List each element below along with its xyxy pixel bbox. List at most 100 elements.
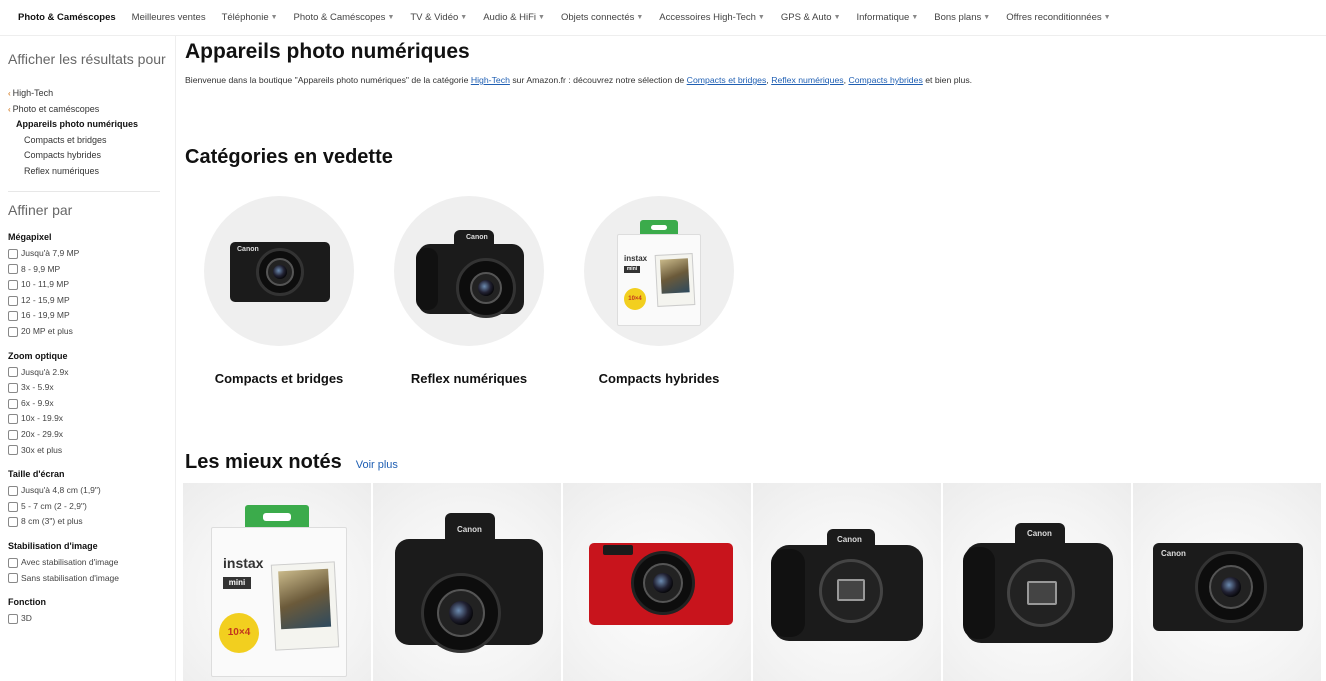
product-tile-instax[interactable]: instax mini 10×4 <box>183 483 371 681</box>
checkbox[interactable] <box>8 573 18 584</box>
brand-label: Canon <box>1027 529 1052 538</box>
facet-zoom: Zoom optique Jusqu'à 2.9x 3x - 5.9x 6x -… <box>8 351 175 459</box>
top-rated-heading: Les mieux notés Voir plus <box>185 451 398 474</box>
facet-option[interactable]: 6x - 9.9x <box>8 396 175 412</box>
facet-option[interactable]: 10x - 19.9x <box>8 411 175 427</box>
facet-option[interactable]: Jusqu'à 7,9 MP <box>8 246 175 262</box>
main-content: Appareils photo numériques Bienvenue dan… <box>183 36 1321 681</box>
nav-item-tv[interactable]: TV & Vidéo ▼ <box>410 12 467 23</box>
nav-item-gps[interactable]: GPS & Auto ▼ <box>781 12 841 23</box>
checkbox[interactable] <box>8 517 18 528</box>
lens-glass <box>1221 577 1241 597</box>
facet-option[interactable]: 12 - 15,9 MP <box>8 293 175 309</box>
nav-item-photo[interactable]: Photo & Caméscopes ▼ <box>294 12 395 23</box>
photo-print <box>270 561 340 651</box>
checkbox[interactable] <box>8 264 18 275</box>
crumb-high-tech[interactable]: ‹ High-Tech <box>8 86 175 102</box>
nav-item-audio[interactable]: Audio & HiFi ▼ <box>483 12 545 23</box>
facet-option[interactable]: 30x et plus <box>8 443 175 459</box>
product-tile-canon-compact[interactable]: Canon <box>1133 483 1321 681</box>
product-tile-canon-dslr-2[interactable]: Canon <box>943 483 1131 681</box>
product-tile-canon-dslr-1[interactable]: Canon <box>753 483 941 681</box>
lens-glass <box>478 280 494 296</box>
option-label: Jusqu'à 4,8 cm (1,9") <box>21 485 101 496</box>
option-label: 8 - 9,9 MP <box>21 263 61 274</box>
facet-option[interactable]: 5 - 7 cm (2 - 2,9") <box>8 499 175 515</box>
option-label: 6x - 9.9x <box>21 397 54 408</box>
product-tile-canon-mirrorless[interactable]: Canon <box>373 483 561 681</box>
subcategory-compacts-bridges[interactable]: Compacts et bridges <box>8 133 175 149</box>
checkbox[interactable] <box>8 445 18 456</box>
facet-option[interactable]: 3D <box>8 611 175 627</box>
dslr-camera-image: Canon <box>394 196 544 346</box>
facet-fonction: Fonction 3D <box>8 597 175 627</box>
option-label: 12 - 15,9 MP <box>21 294 70 305</box>
checkbox[interactable] <box>8 367 18 378</box>
checkbox[interactable] <box>8 429 18 440</box>
nav-item-telephonie[interactable]: Téléphonie ▼ <box>222 12 278 23</box>
facet-option[interactable]: Jusqu'à 4,8 cm (1,9") <box>8 483 175 499</box>
nav-item-bons-plans[interactable]: Bons plans ▼ <box>934 12 990 23</box>
checkbox[interactable] <box>8 311 18 322</box>
lens-glass <box>273 265 287 279</box>
product-tile-red-compact[interactable] <box>563 483 751 681</box>
subcategory-reflex[interactable]: Reflex numériques <box>8 164 175 180</box>
nav-item-label: GPS & Auto <box>780 12 832 23</box>
nav-item-label: Audio & HiFi <box>483 12 537 23</box>
nav-item-objets[interactable]: Objets connectés ▼ <box>561 12 643 23</box>
facet-option[interactable]: 10 - 11,9 MP <box>8 277 175 293</box>
intro-fragment: Bienvenue dans la boutique "Appareils ph… <box>185 75 471 85</box>
nav-item-offres[interactable]: Offres reconditionnées ▼ <box>1006 12 1110 23</box>
checkbox[interactable] <box>8 557 18 568</box>
facet-option[interactable]: 20 MP et plus <box>8 324 175 340</box>
checkbox[interactable] <box>8 501 18 512</box>
brand-label: Canon <box>237 246 259 253</box>
camera-top-panel <box>603 545 633 555</box>
facet-option[interactable]: Avec stabilisation d'image <box>8 555 175 571</box>
chevron-down-icon: ▼ <box>460 14 468 21</box>
featured-category-hybrides[interactable]: instax mini 10×4 Compacts hybrides <box>584 196 734 386</box>
nav-item-informatique[interactable]: Informatique ▼ <box>857 12 919 23</box>
facet-option[interactable]: Jusqu'à 2.9x <box>8 365 175 381</box>
tab-hole <box>651 225 667 230</box>
checkbox[interactable] <box>8 414 18 425</box>
link-compacts-bridges[interactable]: Compacts et bridges <box>687 75 767 85</box>
facet-title: Taille d'écran <box>8 469 65 480</box>
tab-hole <box>263 513 291 521</box>
nav-item-label: Accessoires High-Tech <box>659 12 756 23</box>
chevron-down-icon: ▼ <box>757 14 765 21</box>
chevron-down-icon: ▼ <box>833 14 841 21</box>
subcategory-compacts-hybrides[interactable]: Compacts hybrides <box>8 148 175 164</box>
checkbox[interactable] <box>8 613 18 624</box>
featured-category-compacts[interactable]: Canon Compacts et bridges <box>204 196 354 386</box>
nav-item-meilleures-ventes[interactable]: Meilleures ventes <box>132 12 206 23</box>
facet-option[interactable]: 3x - 5.9x <box>8 380 175 396</box>
featured-category-reflex[interactable]: Canon Reflex numériques <box>394 196 544 386</box>
facet-title: Mégapixel <box>8 232 52 242</box>
facet-option[interactable]: 16 - 19,9 MP <box>8 308 175 324</box>
option-label: 5 - 7 cm (2 - 2,9") <box>21 500 87 511</box>
checkbox[interactable] <box>8 326 18 337</box>
checkbox[interactable] <box>8 279 18 290</box>
nav-item-label: TV & Vidéo <box>410 12 459 23</box>
lens-glass <box>449 601 473 625</box>
link-reflex[interactable]: Reflex numériques <box>771 75 843 85</box>
see-more-link[interactable]: Voir plus <box>356 459 398 471</box>
checkbox[interactable] <box>8 295 18 306</box>
checkbox[interactable] <box>8 248 18 259</box>
brand-label: Canon <box>457 525 482 534</box>
checkbox[interactable] <box>8 382 18 393</box>
current-category: Appareils photo numériques <box>16 119 139 129</box>
featured-label: Compacts hybrides <box>598 371 720 386</box>
checkbox[interactable] <box>8 398 18 409</box>
facet-option[interactable]: Sans stabilisation d'image <box>8 571 175 587</box>
facet-option[interactable]: 8 - 9,9 MP <box>8 262 175 278</box>
nav-item-photo-active[interactable]: Photo & Caméscopes <box>18 12 116 23</box>
link-high-tech[interactable]: High-Tech <box>471 75 510 85</box>
facet-option[interactable]: 20x - 29.9x <box>8 427 175 443</box>
link-compacts-hybrides[interactable]: Compacts hybrides <box>848 75 922 85</box>
checkbox[interactable] <box>8 485 18 496</box>
crumb-photo[interactable]: ‹ Photo et caméscopes <box>8 102 175 118</box>
facet-option[interactable]: 8 cm (3") et plus <box>8 514 175 530</box>
nav-item-accessoires[interactable]: Accessoires High-Tech ▼ <box>659 12 765 23</box>
